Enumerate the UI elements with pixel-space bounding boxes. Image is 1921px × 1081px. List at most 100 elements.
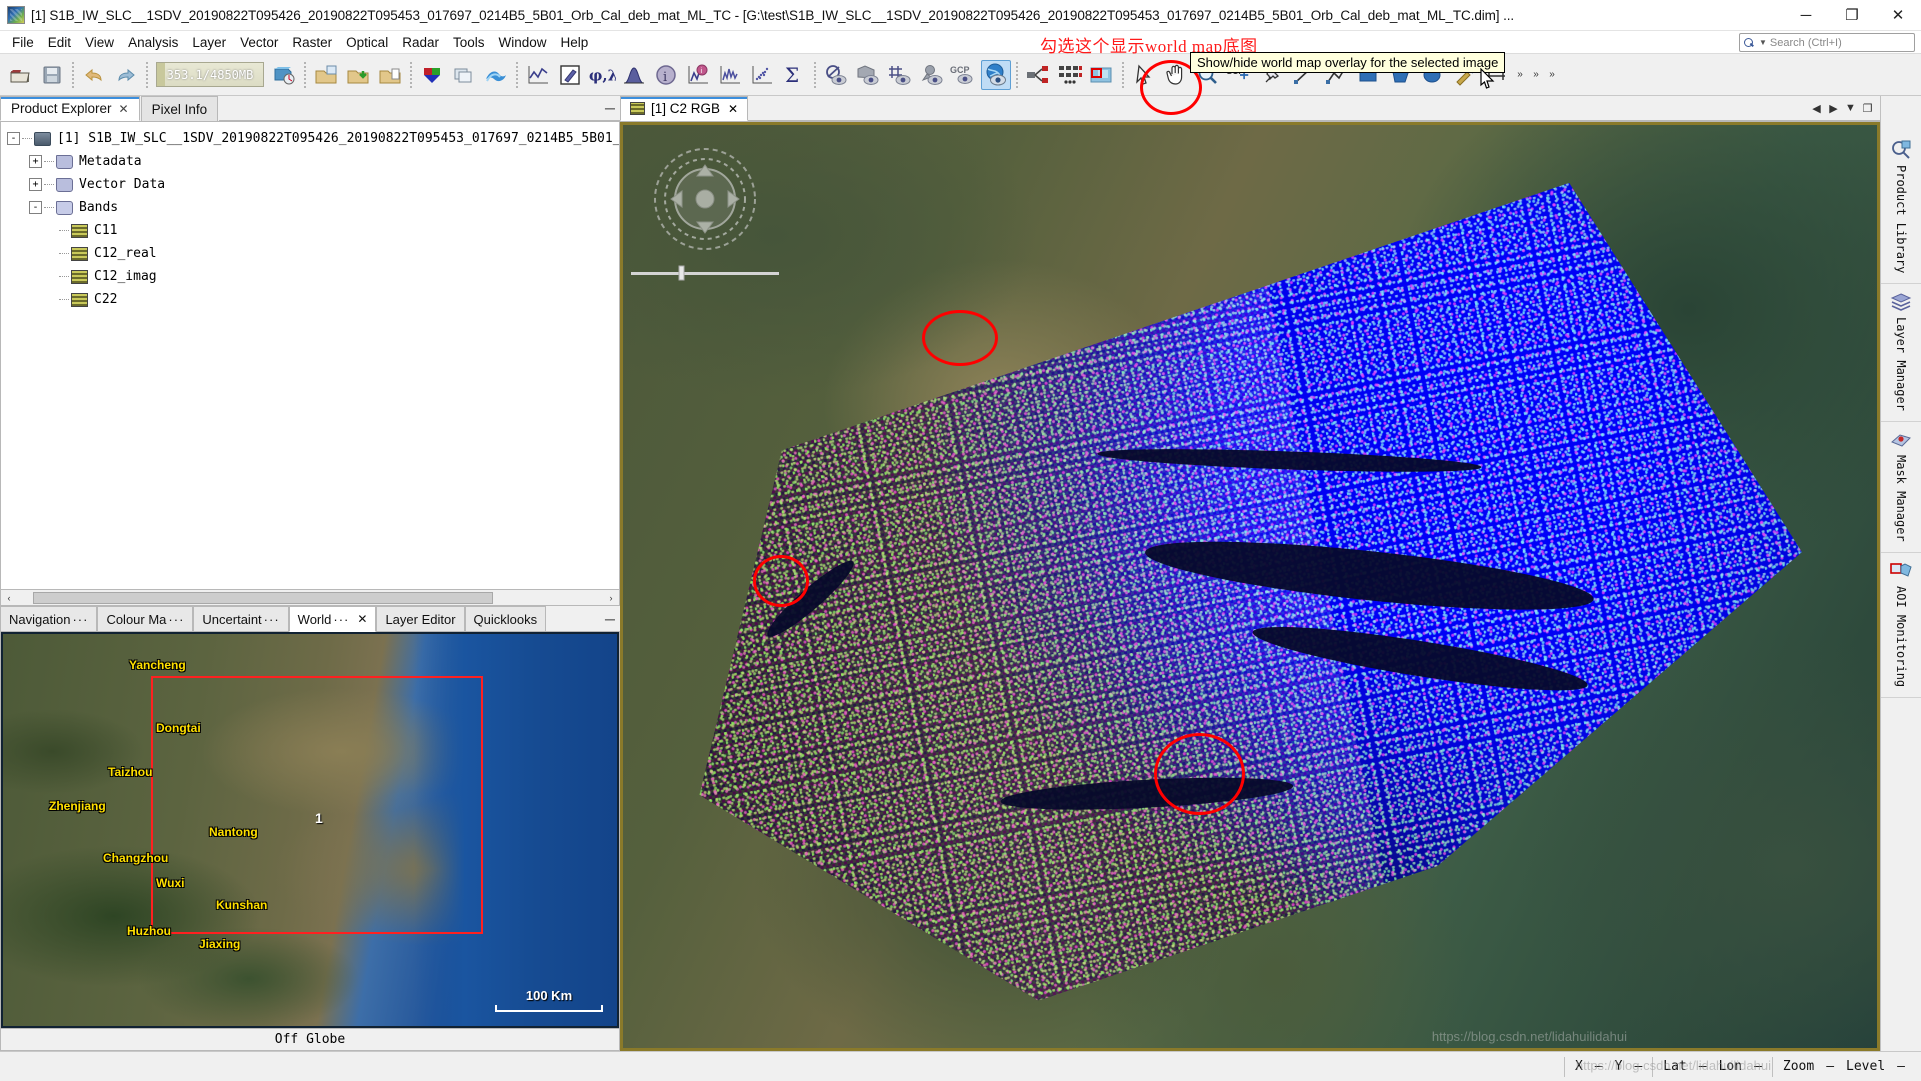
tab-colour-manipulation[interactable]: Colour Ma ··· [97,606,194,632]
close-icon[interactable]: ✕ [728,102,738,116]
toolbar-overflow-3[interactable]: » [1544,60,1560,90]
sar-image-view[interactable]: https://blog.csdn.net/lidahuilidahui [620,122,1880,1051]
menu-view[interactable]: View [78,33,121,52]
open-raster-icon[interactable] [311,60,341,90]
tree-node-vector-data[interactable]: + Vector Data [7,173,619,196]
menu-window[interactable]: Window [492,33,554,52]
minimize-panel-button[interactable]: ─ [600,96,620,121]
tab-product-explorer[interactable]: Product Explorer ✕ [0,96,140,121]
dock-item-layer-manager[interactable]: Layer Manager [1881,284,1921,423]
gcp-overlay-icon[interactable]: GCP [949,60,979,90]
product-explorer-tree[interactable]: - [1] S1B_IW_SLC__1SDV_20190822T095426_2… [0,122,620,590]
tab-pixel-info[interactable]: Pixel Info [140,96,219,121]
tree-node-metadata[interactable]: + Metadata [7,150,619,173]
world-map-view[interactable]: 1 Yancheng Dongtai Taizhou Zhenjiang Nan… [0,632,620,1029]
toolbar-overflow-2[interactable]: » [1528,60,1544,90]
tree-node-bands[interactable]: - Bands [7,196,619,219]
tree-node-product[interactable]: - [1] S1B_IW_SLC__1SDV_20190822T095426_2… [7,127,619,150]
geo-coding-icon[interactable]: φ,λ [587,60,617,90]
pin-overlay-icon[interactable] [917,60,947,90]
batch-processing-icon[interactable] [1055,60,1085,90]
tab-world-map[interactable]: World ··· ✕ [288,606,377,632]
scroll-tabs-right-icon[interactable]: ▶ [1825,102,1842,115]
scroll-right-icon[interactable]: › [603,591,619,605]
expand-handle-icon[interactable]: + [29,178,42,191]
collapse-handle-icon[interactable]: - [29,201,42,214]
menu-vector[interactable]: Vector [233,33,285,52]
undo-icon[interactable] [79,60,109,90]
maximize-view-icon[interactable]: ❐ [1859,102,1876,115]
close-button[interactable]: ✕ [1875,0,1921,31]
shape-overlay-icon[interactable] [853,60,883,90]
graticule-overlay-icon[interactable] [885,60,915,90]
minimize-button[interactable]: ─ [1783,0,1829,31]
hscroll-track[interactable] [17,591,603,605]
no-data-overlay-icon[interactable] [821,60,851,90]
tree-node-band[interactable]: C12_real [7,242,619,265]
menu-edit[interactable]: Edit [41,33,78,52]
import-vector-icon[interactable] [343,60,373,90]
world-map-canvas[interactable]: 1 Yancheng Dongtai Taizhou Zhenjiang Nan… [3,634,617,1026]
tab-navigation[interactable]: Navigation ··· [0,606,98,632]
menu-raster[interactable]: Raster [285,33,339,52]
maximize-button[interactable]: ❐ [1829,0,1875,31]
hscroll-thumb[interactable] [33,591,493,604]
scroll-tabs-left-icon[interactable]: ◀ [1808,102,1825,115]
wave-icon[interactable] [481,60,511,90]
toolbar-overflow-1[interactable]: » [1512,60,1528,90]
menu-tools[interactable]: Tools [446,33,492,52]
dock-item-product-library[interactable]: Product Library [1881,132,1921,285]
product-footprint-box[interactable] [151,676,483,934]
tab-c2-rgb[interactable]: [1] C2 RGB ✕ [620,96,749,121]
tree-node-band[interactable]: C22 [7,288,619,311]
tile-windows-icon[interactable] [449,60,479,90]
chevron-down-icon[interactable]: ▼ [1759,38,1767,47]
open-product-icon[interactable] [5,60,35,90]
tab-quicklooks[interactable]: Quicklooks [464,606,547,632]
scroll-left-icon[interactable]: ‹ [1,591,17,605]
navigation-compass-control[interactable] [651,145,759,253]
tab-layer-editor[interactable]: Layer Editor [376,606,465,632]
minimize-panel-button[interactable]: ─ [600,606,620,632]
graph-builder-icon[interactable] [1023,60,1053,90]
pan-tool-icon[interactable] [1161,60,1191,90]
menu-optical[interactable]: Optical [339,33,395,52]
scatter-plot-icon[interactable] [747,60,777,90]
menu-analysis[interactable]: Analysis [121,33,185,52]
profile-plot-icon[interactable] [523,60,553,90]
search-box[interactable]: ▼ Search (Ctrl+I) [1739,33,1915,52]
colour-manipulation-icon[interactable] [555,60,585,90]
rgb-image-window-icon[interactable] [417,60,447,90]
tabrow-filler [748,96,1808,121]
selection-tool-icon[interactable] [1129,60,1159,90]
dock-item-mask-manager[interactable]: Mask Manager [1881,422,1921,553]
information-plot-icon[interactable]: i [683,60,713,90]
statistics-icon[interactable]: Σ [779,60,809,90]
menu-help[interactable]: Help [554,33,596,52]
menu-file[interactable]: File [5,33,41,52]
menu-layer[interactable]: Layer [185,33,233,52]
expand-handle-icon[interactable]: + [29,155,42,168]
search-input-text[interactable]: Search (Ctrl+I) [1770,37,1842,49]
product-explorer-hscrollbar[interactable]: ‹ › [0,590,620,606]
tab-uncertainty[interactable]: Uncertaint ··· [193,606,289,632]
export-view-icon[interactable] [375,60,405,90]
spectrum-view-icon[interactable] [715,60,745,90]
subset-icon[interactable] [1087,60,1117,90]
save-product-icon[interactable] [37,60,67,90]
redo-icon[interactable] [111,60,141,90]
histogram-icon[interactable] [619,60,649,90]
expand-handle-icon[interactable]: - [7,132,20,145]
tree-node-band[interactable]: C12_imag [7,265,619,288]
zoom-slider-control[interactable] [631,265,779,281]
tab-list-dropdown-icon[interactable]: ▼ [1842,102,1859,114]
memory-meter[interactable]: 353.1/4850MB [156,62,264,87]
menu-radar[interactable]: Radar [395,33,446,52]
dock-item-aoi-monitoring[interactable]: AOI Monitoring [1881,553,1921,699]
reopen-product-icon[interactable] [269,60,299,90]
close-icon[interactable]: ✕ [357,612,367,626]
world-map-overlay-icon[interactable] [981,59,1011,90]
close-icon[interactable]: ✕ [119,102,129,116]
information-icon[interactable]: i [651,60,681,90]
tree-node-band[interactable]: C11 [7,219,619,242]
